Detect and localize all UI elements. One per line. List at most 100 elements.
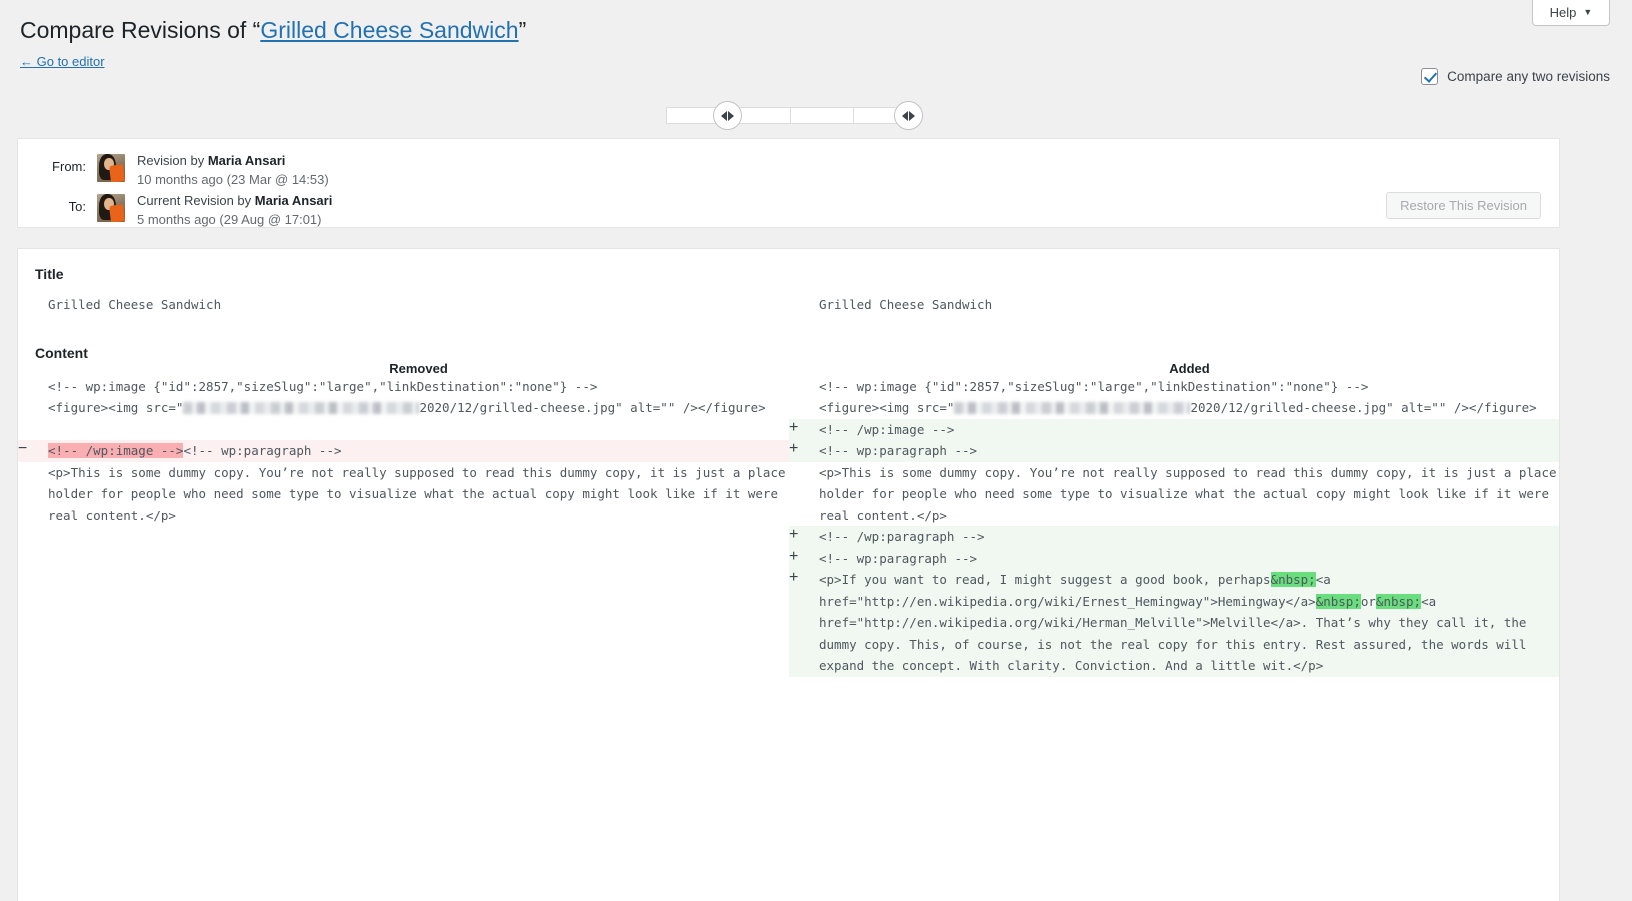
diff-left-cell: <figure><img src=" 2020/12/grilled-cheese… [48, 397, 789, 419]
help-tab-label: Help [1549, 5, 1577, 20]
diff-left-cell: <p>This is some dummy copy. You’re not r… [48, 464, 794, 523]
gutter-cell [789, 282, 819, 328]
revision-from-author: Maria Ansari [207, 153, 286, 168]
revision-from-label: From: [52, 159, 86, 174]
diff-right-cell: <figure><img src=" 2020/12/grilled-cheese… [819, 397, 1559, 419]
removed-highlight: <!-- /wp:image --> [48, 443, 184, 458]
field-heading-content: Content [35, 344, 88, 361]
code-text: <figure><img src=" [819, 400, 955, 415]
diff-right-cell-rich: <p>If you want to read, I might suggest … [819, 569, 1559, 677]
diff-left-cell [48, 547, 789, 569]
revision-to-row: To: Current Revision by Maria Ansari 5 m… [48, 192, 333, 230]
page-title-prefix: Compare Revisions of “ [20, 17, 261, 43]
diff-right-cell: <!-- /wp:image --> [819, 418, 1559, 440]
gutter-cell [18, 462, 48, 527]
code-text: or [1360, 593, 1376, 609]
added-highlight: &nbsp; [1315, 593, 1361, 609]
post-title-link[interactable]: Grilled Cheese Sandwich [260, 17, 518, 43]
code-text: <!-- wp:paragraph --> [183, 443, 342, 458]
compare-any-two-revisions-toggle[interactable]: Compare any two revisions [1421, 68, 1610, 85]
added-marker: + [789, 526, 819, 548]
revision-slider-track[interactable] [666, 107, 919, 124]
gutter-cell [789, 361, 819, 376]
table-row: <!-- wp:image {"id":2857,"sizeSlug":"lar… [18, 376, 1559, 398]
diff-right-cell: <!-- wp:image {"id":2857,"sizeSlug":"lar… [819, 378, 1369, 394]
redacted-url [183, 402, 420, 414]
gutter-cell [18, 376, 48, 398]
table-row: <figure><img src=" 2020/12/grilled-cheese… [18, 397, 1559, 419]
diff-right-cell: <!-- wp:paragraph --> [819, 440, 1559, 462]
table-row: + <p>If you want to read, I might sugges… [18, 569, 1559, 677]
added-marker: + [789, 547, 819, 569]
gutter-cell [18, 282, 48, 328]
slider-handle-from[interactable] [713, 101, 742, 130]
added-highlight: &nbsp; [1270, 572, 1316, 587]
slider-tick [790, 107, 791, 124]
table-row: <p>This is some dummy copy. You’re not r… [18, 462, 1559, 527]
revision-to-date: 5 months ago (29 Aug @ 17:01) [137, 211, 322, 227]
table-row: Grilled Cheese Sandwich Grilled Cheese S… [18, 282, 1559, 328]
diff-right-cell: <!-- wp:paragraph --> [819, 547, 1559, 569]
page-title: Compare Revisions of “Grilled Cheese San… [20, 16, 526, 46]
code-text: 2020/12/grilled-cheese.jpg" alt="" /></f… [1190, 400, 1537, 415]
restore-this-revision-button[interactable]: Restore This Revision [1386, 192, 1541, 219]
gutter-cell [18, 569, 48, 677]
page-title-suffix: ” [518, 17, 527, 43]
revision-from-text: Revision by Maria Ansari 10 months ago (… [137, 152, 329, 190]
added-marker: + [789, 569, 819, 677]
diff-right-cell: <!-- /wp:paragraph --> [819, 526, 1559, 548]
revision-to-author: Maria Ansari [254, 193, 333, 208]
slider-tick [853, 107, 854, 124]
left-right-arrows-icon [902, 110, 915, 121]
avatar [97, 154, 125, 182]
revisions-screen: Help ▼ Compare Revisions of “Grilled Che… [0, 0, 1632, 901]
added-marker: + [789, 440, 819, 462]
gutter-cell [789, 376, 819, 398]
gutter-cell [18, 526, 48, 548]
revision-slider[interactable] [666, 101, 923, 130]
gutter-cell [18, 361, 48, 376]
gutter-cell [18, 397, 48, 419]
avatar [97, 194, 125, 222]
revision-from-date: 10 months ago (23 Mar @ 14:53) [137, 171, 329, 187]
page-header: Compare Revisions of “Grilled Cheese San… [20, 16, 526, 71]
code-text: <p>If you want to read, I might suggest … [819, 572, 1271, 587]
removed-marker: − [18, 440, 48, 462]
left-right-arrows-icon [721, 110, 734, 121]
content-diff-table: Removed Added <!-- wp:image {"id":2857,"… [18, 360, 1559, 677]
added-column-header: Added [1169, 360, 1210, 376]
go-to-editor-link[interactable]: ← Go to editor [20, 54, 105, 69]
diff-left-cell: <!-- /wp:image --><!-- wp:paragraph --> [48, 440, 789, 462]
compare-any-two-revisions-label: Compare any two revisions [1447, 69, 1610, 84]
title-left-value: Grilled Cheese Sandwich [48, 297, 222, 312]
diff-column-headers: Removed Added [18, 360, 1559, 376]
redacted-url [954, 402, 1191, 414]
table-row: + <!-- /wp:paragraph --> [18, 526, 1559, 548]
diff-left-cell: <!-- wp:image {"id":2857,"sizeSlug":"lar… [48, 378, 598, 394]
revision-to-byline: Current Revision by [137, 193, 255, 208]
title-right-value: Grilled Cheese Sandwich [819, 297, 993, 312]
added-highlight: &nbsp; [1375, 593, 1422, 609]
diff-left-cell [48, 569, 789, 677]
gutter-cell [18, 547, 48, 569]
gutter-cell [18, 418, 48, 440]
code-text: <figure><img src=" [48, 400, 184, 415]
table-row: + <!-- wp:paragraph --> [18, 547, 1559, 569]
added-marker: + [789, 418, 819, 440]
field-heading-title: Title [35, 266, 64, 282]
code-text: 2020/12/grilled-cheese.jpg" alt="" /></f… [419, 400, 766, 415]
revision-to-text: Current Revision by Maria Ansari 5 month… [137, 192, 332, 230]
revision-meta-box: From: Revision by Maria Ansari 10 months… [17, 138, 1560, 228]
diff-left-cell [48, 418, 789, 440]
gutter-cell [789, 397, 819, 419]
slider-handle-to[interactable] [894, 101, 923, 130]
diff-panel: Title Grilled Cheese Sandwich Grilled Ch… [17, 248, 1560, 901]
chevron-down-icon: ▼ [1583, 7, 1593, 17]
revision-from-byline: Revision by [137, 153, 208, 168]
revision-to-label: To: [68, 199, 86, 214]
help-tab-button[interactable]: Help ▼ [1532, 0, 1610, 26]
title-diff-table: Grilled Cheese Sandwich Grilled Cheese S… [18, 282, 1559, 328]
compare-any-two-revisions-checkbox[interactable] [1421, 68, 1439, 85]
diff-left-cell [48, 526, 789, 548]
table-row: + <!-- /wp:image --> [18, 418, 1559, 440]
